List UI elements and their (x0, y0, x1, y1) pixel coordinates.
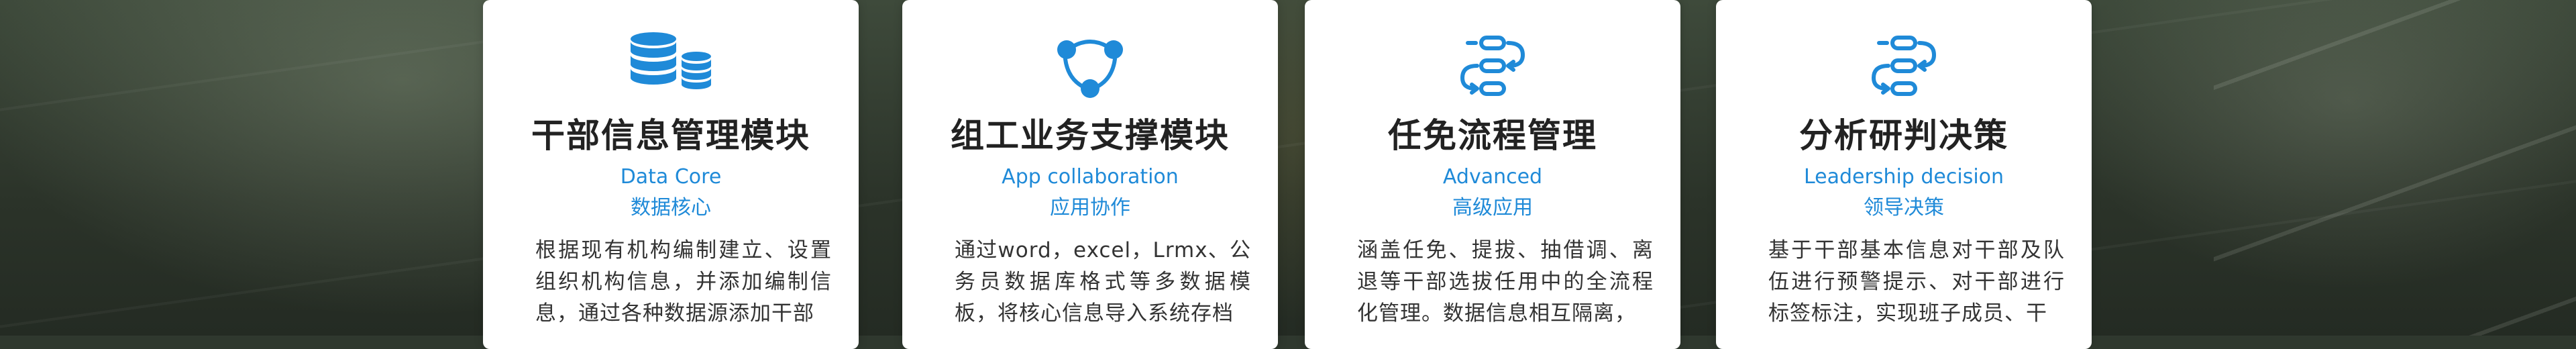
card-description: 根据现有机构编制建立、设置组织机构信息，并添加编制信息，通过各种数据源添加干部 (535, 238, 832, 326)
card-subtitle-cn: 高级应用 (1452, 196, 1533, 219)
card-title: 组工业务支撑模块 (951, 116, 1230, 155)
card-title: 任免流程管理 (1388, 116, 1597, 155)
feature-card-appointment-flow[interactable]: 任免流程管理 Advanced 高级应用 涵盖任免、提拔、抽借调、离退等干部选拔… (1305, 0, 1680, 349)
workflow-icon (1716, 32, 2092, 99)
feature-card-cadre-info[interactable]: 干部信息管理模块 Data Core 数据核心 根据现有机构编制建立、设置组织机… (483, 0, 859, 349)
network-icon (902, 32, 1278, 99)
card-subtitle-en: Leadership decision (1803, 165, 2004, 189)
card-subtitle-cn: 数据核心 (631, 196, 711, 219)
feature-cards: 干部信息管理模块 Data Core 数据核心 根据现有机构编制建立、设置组织机… (0, 0, 2576, 349)
card-subtitle-cn: 领导决策 (1864, 196, 1944, 219)
card-title: 分析研判决策 (1799, 116, 2008, 155)
card-subtitle-en: App collaboration (1002, 165, 1179, 189)
card-description: 基于干部基本信息对干部及队伍进行预警提示、对干部进行标签标注，实现班子成员、干 (1768, 238, 2065, 326)
card-description: 通过word，excel，Lrmx、公务员数据库格式等多数据模板，将核心信息导入… (955, 238, 1251, 326)
feature-card-analysis-decision[interactable]: 分析研判决策 Leadership decision 领导决策 基于干部基本信息… (1716, 0, 2092, 349)
card-subtitle-en: Data Core (620, 165, 722, 189)
feature-card-business-support[interactable]: 组工业务支撑模块 App collaboration 应用协作 通过word，e… (902, 0, 1278, 349)
card-subtitle-cn: 应用协作 (1050, 196, 1130, 219)
card-subtitle-en: Advanced (1442, 165, 1543, 189)
workflow-icon (1305, 32, 1680, 99)
database-icon (483, 32, 859, 99)
card-description: 涵盖任免、提拔、抽借调、离退等干部选拔任用中的全流程化管理。数据信息相互隔离， (1357, 238, 1654, 326)
card-title: 干部信息管理模块 (531, 116, 810, 155)
